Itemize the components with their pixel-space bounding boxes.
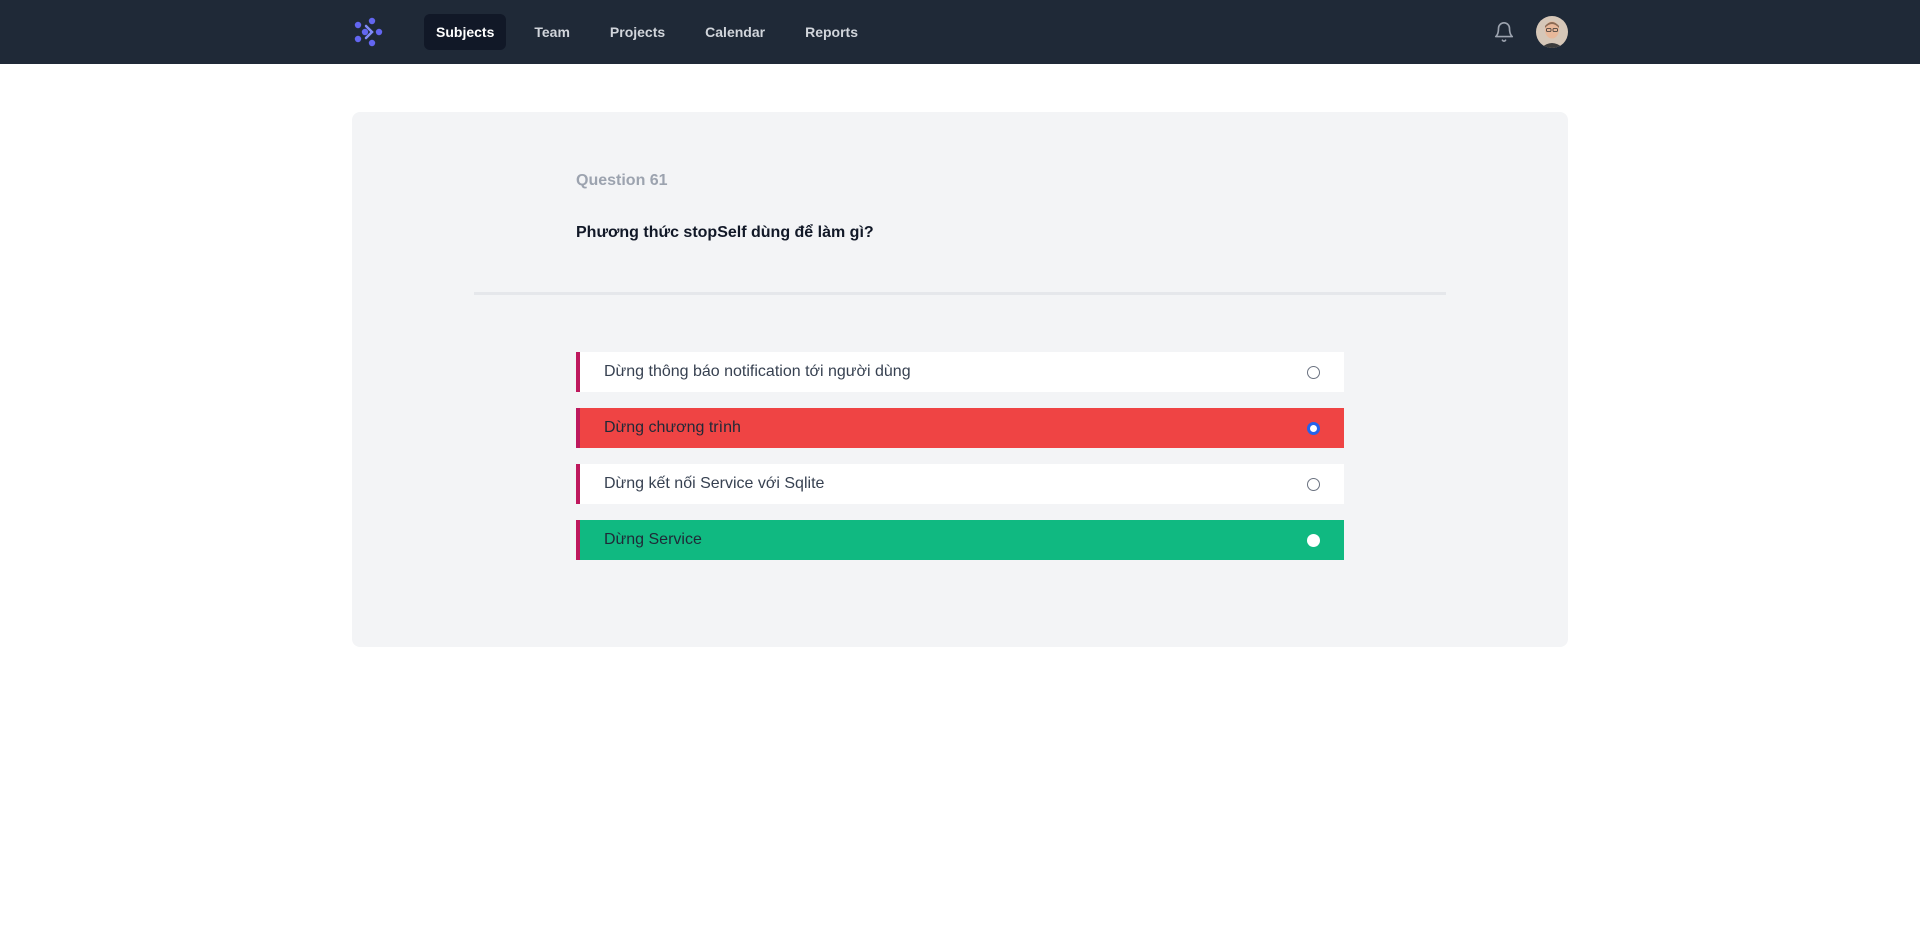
- user-avatar[interactable]: [1536, 16, 1568, 48]
- top-navbar: Subjects Team Projects Calendar Reports: [0, 0, 1920, 64]
- main-nav: Subjects Team Projects Calendar Reports: [424, 14, 870, 50]
- divider: [474, 292, 1446, 295]
- answer-label: Dừng kết nối Service với Sqlite: [604, 475, 825, 492]
- radio-button-correct[interactable]: [1307, 533, 1320, 547]
- answer-label: Dừng thông báo notification tới người dù…: [604, 363, 911, 380]
- answer-label: Dừng chương trình: [604, 419, 741, 436]
- nav-reports[interactable]: Reports: [793, 14, 870, 50]
- nav-calendar[interactable]: Calendar: [693, 14, 777, 50]
- radio-button[interactable]: [1307, 477, 1320, 491]
- logo-icon[interactable]: [352, 16, 384, 48]
- answer-option-3[interactable]: Dừng kết nối Service với Sqlite: [576, 464, 1344, 504]
- nav-projects[interactable]: Projects: [598, 14, 677, 50]
- radio-button[interactable]: [1307, 365, 1320, 379]
- question-header: Question 61 Phương thức stopSelf dùng để…: [576, 172, 874, 242]
- nav-team[interactable]: Team: [522, 14, 582, 50]
- bell-icon[interactable]: [1492, 20, 1516, 44]
- answer-label: Dừng Service: [604, 531, 702, 548]
- question-text: Phương thức stopSelf dùng để làm gì?: [576, 224, 874, 241]
- nav-subjects[interactable]: Subjects: [424, 14, 507, 50]
- radio-button-selected[interactable]: [1307, 421, 1320, 435]
- answer-option-4[interactable]: Dừng Service: [576, 520, 1344, 560]
- question-card: Question 61 Phương thức stopSelf dùng để…: [352, 112, 1568, 647]
- answer-option-1[interactable]: Dừng thông báo notification tới người dù…: [576, 352, 1344, 392]
- answer-list: Dừng thông báo notification tới người dù…: [576, 352, 1344, 576]
- answer-option-2[interactable]: Dừng chương trình: [576, 408, 1344, 448]
- question-number: Question 61: [576, 172, 668, 189]
